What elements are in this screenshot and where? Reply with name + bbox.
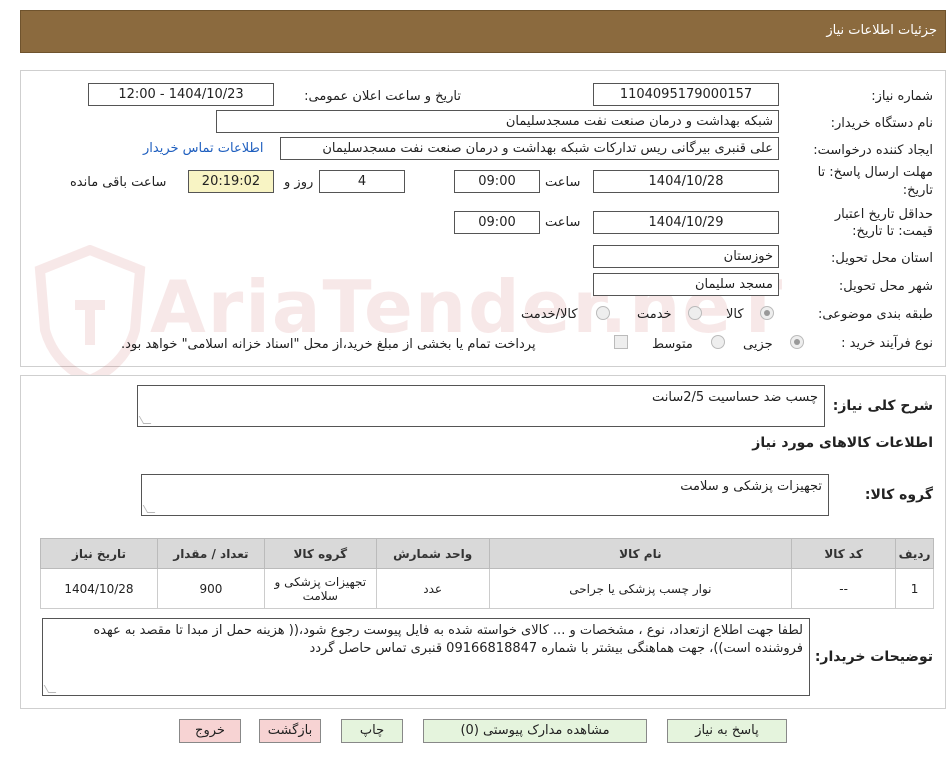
- category-radio-service[interactable]: [688, 306, 702, 320]
- items-table: ردیف کد کالا نام کالا واحد شمارش گروه کا…: [40, 538, 934, 609]
- province-field[interactable]: خوزستان: [593, 245, 779, 268]
- need-number-label: شماره نیاز:: [871, 89, 933, 104]
- deadline-time-label: ساعت: [545, 175, 581, 190]
- process-label: نوع فرآیند خرید :: [841, 336, 933, 351]
- validity-time-label: ساعت: [545, 215, 581, 230]
- goods-group-text: تجهیزات پزشکی و سلامت: [680, 479, 822, 494]
- payment-note: پرداخت تمام یا بخشی از مبلغ خرید،از محل …: [121, 337, 536, 352]
- col-header-quantity: تعداد / مقدار: [156, 538, 265, 569]
- cell-quantity: 900: [156, 568, 265, 609]
- buyer-notes-text: لطفا جهت اطلاع ازتعداد، نوع ، مشخصات و .…: [93, 623, 803, 656]
- province-label: استان محل تحویل:: [831, 251, 933, 266]
- cell-date: 1404/10/28: [40, 568, 158, 609]
- process-option-minor: جزیی: [743, 337, 773, 352]
- category-label: طبقه بندی موضوعی:: [817, 307, 933, 322]
- process-radio-medium[interactable]: [711, 335, 725, 349]
- deadline-label: مهلت ارسال پاسخ: تا: [817, 165, 933, 180]
- category-option-service: خدمت: [637, 307, 672, 322]
- treasury-checkbox[interactable]: [614, 335, 628, 349]
- days-label: روز و: [284, 175, 314, 190]
- validity-label: حداقل تاریخ اعتبار: [834, 207, 933, 222]
- category-radio-goods-service[interactable]: [596, 306, 610, 320]
- remaining-label: ساعت باقی مانده: [70, 175, 167, 190]
- resize-handle-icon[interactable]: [138, 416, 152, 424]
- buyer-contact-link[interactable]: اطلاعات تماس خریدار: [143, 141, 263, 156]
- goods-group-textarea[interactable]: تجهیزات پزشکی و سلامت: [141, 474, 829, 516]
- city-label: شهر محل تحویل:: [838, 279, 933, 294]
- col-header-row-number: ردیف: [895, 538, 934, 569]
- process-option-medium: متوسط: [652, 337, 693, 352]
- cell-row-number: 1: [895, 568, 934, 609]
- city-field[interactable]: مسجد سلیمان: [593, 273, 779, 296]
- requester-field[interactable]: علی قنبری بیرگانی ریس تدارکات شبکه بهداش…: [280, 137, 779, 160]
- col-header-name: نام کالا: [488, 538, 793, 569]
- deadline-date-field[interactable]: 1404/10/28: [593, 170, 779, 193]
- summary-label: شرح کلی نیاز:: [832, 398, 933, 414]
- page-title: جزئیات اطلاعات نیاز: [826, 23, 937, 38]
- back-button[interactable]: بازگشت: [259, 719, 321, 743]
- summary-textarea[interactable]: چسب ضد حساسیت 2/5سانت: [137, 385, 825, 427]
- remaining-time-field: 20:19:02: [188, 170, 274, 193]
- validity-time-field[interactable]: 09:00: [454, 211, 540, 234]
- goods-info-title: اطلاعات کالاهای مورد نیاز: [752, 435, 933, 451]
- category-option-goods: کالا: [726, 307, 744, 322]
- announce-label: تاریخ و ساعت اعلان عمومی:: [304, 89, 461, 104]
- requester-label: ایجاد کننده درخواست:: [813, 143, 933, 158]
- print-button[interactable]: چاپ: [341, 719, 403, 743]
- table-header-row: ردیف کد کالا نام کالا واحد شمارش گروه کا…: [40, 538, 934, 569]
- col-header-unit: واحد شمارش: [375, 538, 490, 569]
- buyer-org-label: نام دستگاه خریدار:: [830, 116, 933, 131]
- page-header: جزئیات اطلاعات نیاز: [20, 10, 946, 53]
- need-number-field[interactable]: 1104095179000157: [593, 83, 779, 106]
- validity-date-field[interactable]: 1404/10/29: [593, 211, 779, 234]
- buyer-notes-label: توضیحات خریدار:: [814, 649, 933, 665]
- buyer-org-field[interactable]: شبکه بهداشت و درمان صنعت نفت مسجدسلیمان: [216, 110, 779, 133]
- buyer-notes-textarea[interactable]: لطفا جهت اطلاع ازتعداد، نوع ، مشخصات و .…: [42, 618, 810, 696]
- days-field[interactable]: 4: [319, 170, 405, 193]
- col-header-date: تاریخ نیاز: [40, 538, 158, 569]
- deadline-label-date: تاریخ:: [902, 183, 933, 198]
- exit-button[interactable]: خروج: [179, 719, 241, 743]
- table-row: 1 -- نوار چسب پزشکی یا جراحی عدد تجهیزات…: [40, 568, 934, 609]
- reply-button[interactable]: پاسخ به نیاز: [667, 719, 787, 743]
- col-header-group: گروه کالا: [263, 538, 377, 569]
- resize-handle-icon[interactable]: [142, 505, 156, 513]
- category-option-goods-service: کالا/خدمت: [521, 307, 578, 322]
- cell-unit: عدد: [375, 568, 490, 609]
- cell-code: --: [791, 568, 897, 609]
- category-radio-goods[interactable]: [760, 306, 774, 320]
- announce-field[interactable]: 1404/10/23 - 12:00: [88, 83, 274, 106]
- cell-group: تجهیزات پزشکی و سلامت: [263, 568, 377, 609]
- resize-handle-icon[interactable]: [43, 685, 57, 693]
- attachments-button[interactable]: مشاهده مدارک پیوستی (0): [423, 719, 647, 743]
- col-header-code: کد کالا: [791, 538, 897, 569]
- summary-text: چسب ضد حساسیت 2/5سانت: [651, 390, 818, 405]
- deadline-time-field[interactable]: 09:00: [454, 170, 540, 193]
- validity-label-date: قیمت: تا تاریخ:: [852, 224, 933, 239]
- cell-name: نوار چسب پزشکی یا جراحی: [488, 568, 793, 609]
- goods-group-label: گروه کالا:: [864, 487, 933, 503]
- process-radio-minor[interactable]: [790, 335, 804, 349]
